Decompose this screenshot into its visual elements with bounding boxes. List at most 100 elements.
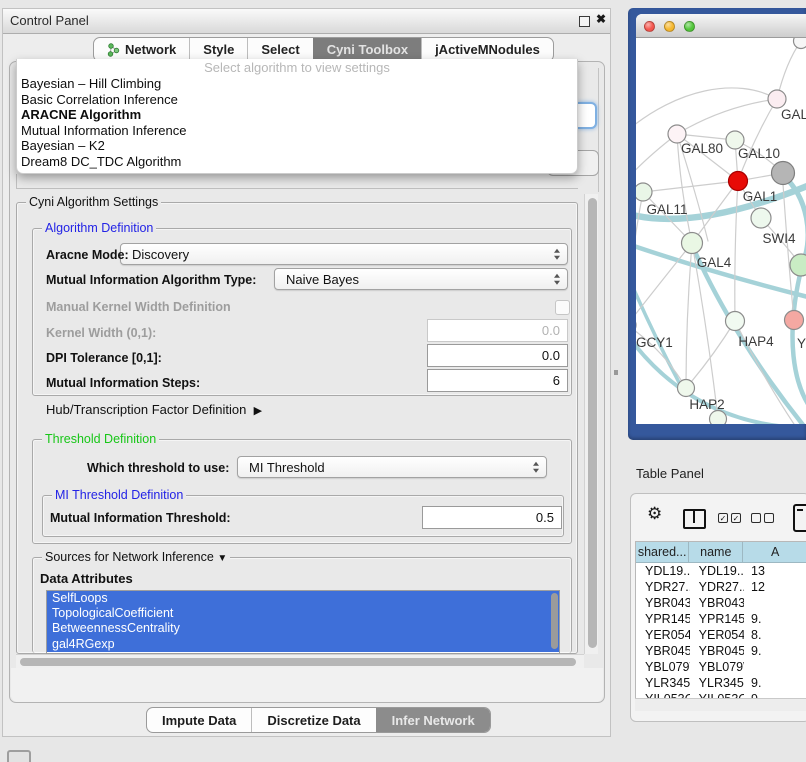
- network-edge[interactable]: [686, 321, 735, 388]
- table-hscrollbar-track[interactable]: [635, 698, 806, 711]
- table-cell: YBR043C: [690, 595, 744, 611]
- hidden-group-border: [598, 68, 599, 192]
- node-hap4[interactable]: [726, 312, 745, 331]
- table-row[interactable]: YLR345WYLR345W9.: [636, 675, 806, 691]
- control-panel: Control Panel ✖ NetworkStyleSelectCyni T…: [2, 8, 611, 737]
- mi-threshold-field[interactable]: 0.5: [422, 506, 562, 529]
- table-cell: YDL19...: [636, 563, 690, 579]
- mi-steps-label: Mutual Information Steps:: [46, 376, 200, 390]
- algorithm-option-bayesian-k2[interactable]: Bayesian – K2: [17, 138, 577, 154]
- vertical-scrollbar-thumb[interactable]: [588, 198, 597, 648]
- dpi-tolerance-field[interactable]: 0.0: [427, 344, 568, 367]
- tab-style[interactable]: Style: [189, 38, 247, 61]
- tab-discretize-data[interactable]: Discretize Data: [251, 708, 375, 732]
- manual-kernel-checkbox[interactable]: [555, 300, 570, 315]
- combo-stepper-icon: [554, 249, 560, 260]
- node-gal4[interactable]: [682, 233, 703, 254]
- tab-network[interactable]: Network: [94, 38, 189, 61]
- close-traffic-light-icon[interactable]: [644, 21, 655, 32]
- network-edge[interactable]: [677, 99, 777, 134]
- network-edge[interactable]: [783, 184, 794, 320]
- float-window-icon[interactable]: [579, 16, 590, 27]
- node-partial-bottom[interactable]: [710, 411, 727, 425]
- tab-select[interactable]: Select: [247, 38, 312, 61]
- zoom-traffic-light-icon[interactable]: [684, 21, 695, 32]
- which-threshold-combo[interactable]: MI Threshold: [237, 456, 547, 478]
- node-hap2[interactable]: [678, 380, 695, 397]
- combo-stepper-icon: [533, 462, 539, 473]
- node-salmon[interactable]: [785, 311, 804, 330]
- node-label-gal11: GAL11: [646, 202, 687, 217]
- network-edge[interactable]: [735, 181, 738, 321]
- tab-jactivemnodules[interactable]: jActiveMNodules: [421, 38, 553, 61]
- column-header-a[interactable]: A: [743, 542, 806, 562]
- table-row[interactable]: YDL19...YDL19...13: [636, 563, 806, 579]
- table-cell: YBL079W: [690, 659, 744, 675]
- network-canvas[interactable]: GALGAL80GAL10GAL1GAL11SWI4GAL4HAP4YGCY1H…: [636, 38, 806, 424]
- vertical-scrollbar-track[interactable]: [584, 194, 598, 654]
- node-partial-top[interactable]: [794, 38, 806, 49]
- attribute-item-selfloops[interactable]: SelfLoops: [47, 591, 559, 606]
- node-gal1-red[interactable]: [729, 172, 748, 191]
- algorithm-option-basic-correlation-inference[interactable]: Basic Correlation Inference: [17, 92, 577, 108]
- column-header-name[interactable]: name: [689, 542, 743, 562]
- network-window-frame: GALGAL80GAL10GAL1GAL11SWI4GAL4HAP4YGCY1H…: [628, 8, 806, 440]
- table-row[interactable]: YDR27...YDR27...12: [636, 579, 806, 595]
- tab-impute-data[interactable]: Impute Data: [147, 708, 251, 732]
- splitter-handle[interactable]: [614, 370, 618, 375]
- network-edge[interactable]: [643, 181, 738, 192]
- expand-arrow-icon[interactable]: ▼: [217, 553, 227, 564]
- node-gal-pink[interactable]: [768, 90, 786, 108]
- data-attributes-label: Data Attributes: [40, 571, 133, 586]
- node-label-gal: GAL: [781, 107, 806, 122]
- minimize-traffic-light-icon[interactable]: [664, 21, 675, 32]
- collapse-arrow-icon[interactable]: ▶: [254, 405, 262, 417]
- new-table-icon[interactable]: [793, 504, 806, 532]
- horizontal-scrollbar-track[interactable]: [16, 654, 584, 668]
- attribute-item-topologicalcoefficient[interactable]: TopologicalCoefficient: [47, 606, 559, 621]
- horizontal-scrollbar-thumb[interactable]: [20, 658, 576, 666]
- table-row[interactable]: YBR045CYBR045C9.: [636, 643, 806, 659]
- node-label-hap2: HAP2: [689, 397, 724, 412]
- attribute-item-gal4rgexp[interactable]: gal4RGexp: [47, 637, 559, 652]
- attribute-item-betweennesscentrality[interactable]: BetweennessCentrality: [47, 621, 559, 636]
- gear-icon[interactable]: ⚙: [647, 505, 662, 522]
- table-row[interactable]: YBL079WYBL079W: [636, 659, 806, 675]
- table-panel: ⚙ ✓ ✓ shared...nameA YDL19...YDL19...13Y…: [630, 493, 806, 722]
- mi-steps-field[interactable]: 6: [427, 369, 568, 392]
- table-row[interactable]: YPR145WYPR145W9.: [636, 611, 806, 627]
- data-attributes-list[interactable]: SelfLoopsTopologicalCoefficientBetweenne…: [46, 590, 560, 654]
- node-gray[interactable]: [772, 162, 795, 185]
- tab-infer-network[interactable]: Infer Network: [376, 708, 490, 732]
- split-pane-icon[interactable]: [683, 509, 706, 529]
- algorithm-option-bayesian-hill-climbing[interactable]: Bayesian – Hill Climbing: [17, 76, 577, 92]
- algorithm-option-aracne-algorithm[interactable]: ARACNE Algorithm: [17, 107, 577, 123]
- node-green-right[interactable]: [790, 254, 806, 276]
- node-table[interactable]: shared...nameA YDL19...YDL19...13YDR27..…: [635, 541, 806, 699]
- table-row[interactable]: YBR043CYBR043C: [636, 595, 806, 611]
- hub-definition-toggle[interactable]: Hub/Transcription Factor Definition ▶: [46, 402, 262, 417]
- focused-combo-sliver[interactable]: [578, 102, 597, 129]
- select-all-checkboxes-icon[interactable]: ✓ ✓: [718, 513, 741, 523]
- network-edge[interactable]: [636, 244, 806, 298]
- network-edge[interactable]: [636, 88, 777, 130]
- aracne-mode-combo[interactable]: Discovery: [120, 243, 568, 265]
- network-window-titlebar[interactable]: [636, 14, 806, 38]
- mi-threshold-label: Mutual Information Threshold:: [50, 511, 231, 525]
- mi-type-combo[interactable]: Naive Bayes: [274, 268, 568, 290]
- bottom-tabs: Impute DataDiscretize DataInfer Network: [146, 707, 491, 733]
- attributes-list-scrollbar[interactable]: [551, 593, 558, 649]
- node-gal11[interactable]: [636, 183, 652, 201]
- tab-cyni-toolbox[interactable]: Cyni Toolbox: [313, 38, 421, 61]
- minimized-panel-button[interactable]: [7, 750, 31, 762]
- column-header-shared[interactable]: shared...: [636, 542, 689, 562]
- node-label-swi4: SWI4: [762, 231, 795, 246]
- algorithm-option-dream8-dc-tdc-algorithm[interactable]: Dream8 DC_TDC Algorithm: [17, 154, 577, 170]
- sources-group-title[interactable]: Sources for Network Inference ▼: [42, 550, 230, 564]
- node-swi4[interactable]: [751, 208, 771, 228]
- close-icon[interactable]: ✖: [596, 12, 606, 26]
- deselect-all-checkboxes-icon[interactable]: [751, 513, 774, 523]
- table-cell: 8.: [744, 627, 806, 643]
- algorithm-option-mutual-information-inference[interactable]: Mutual Information Inference: [17, 123, 577, 139]
- table-row[interactable]: YER054CYER054C8.: [636, 627, 806, 643]
